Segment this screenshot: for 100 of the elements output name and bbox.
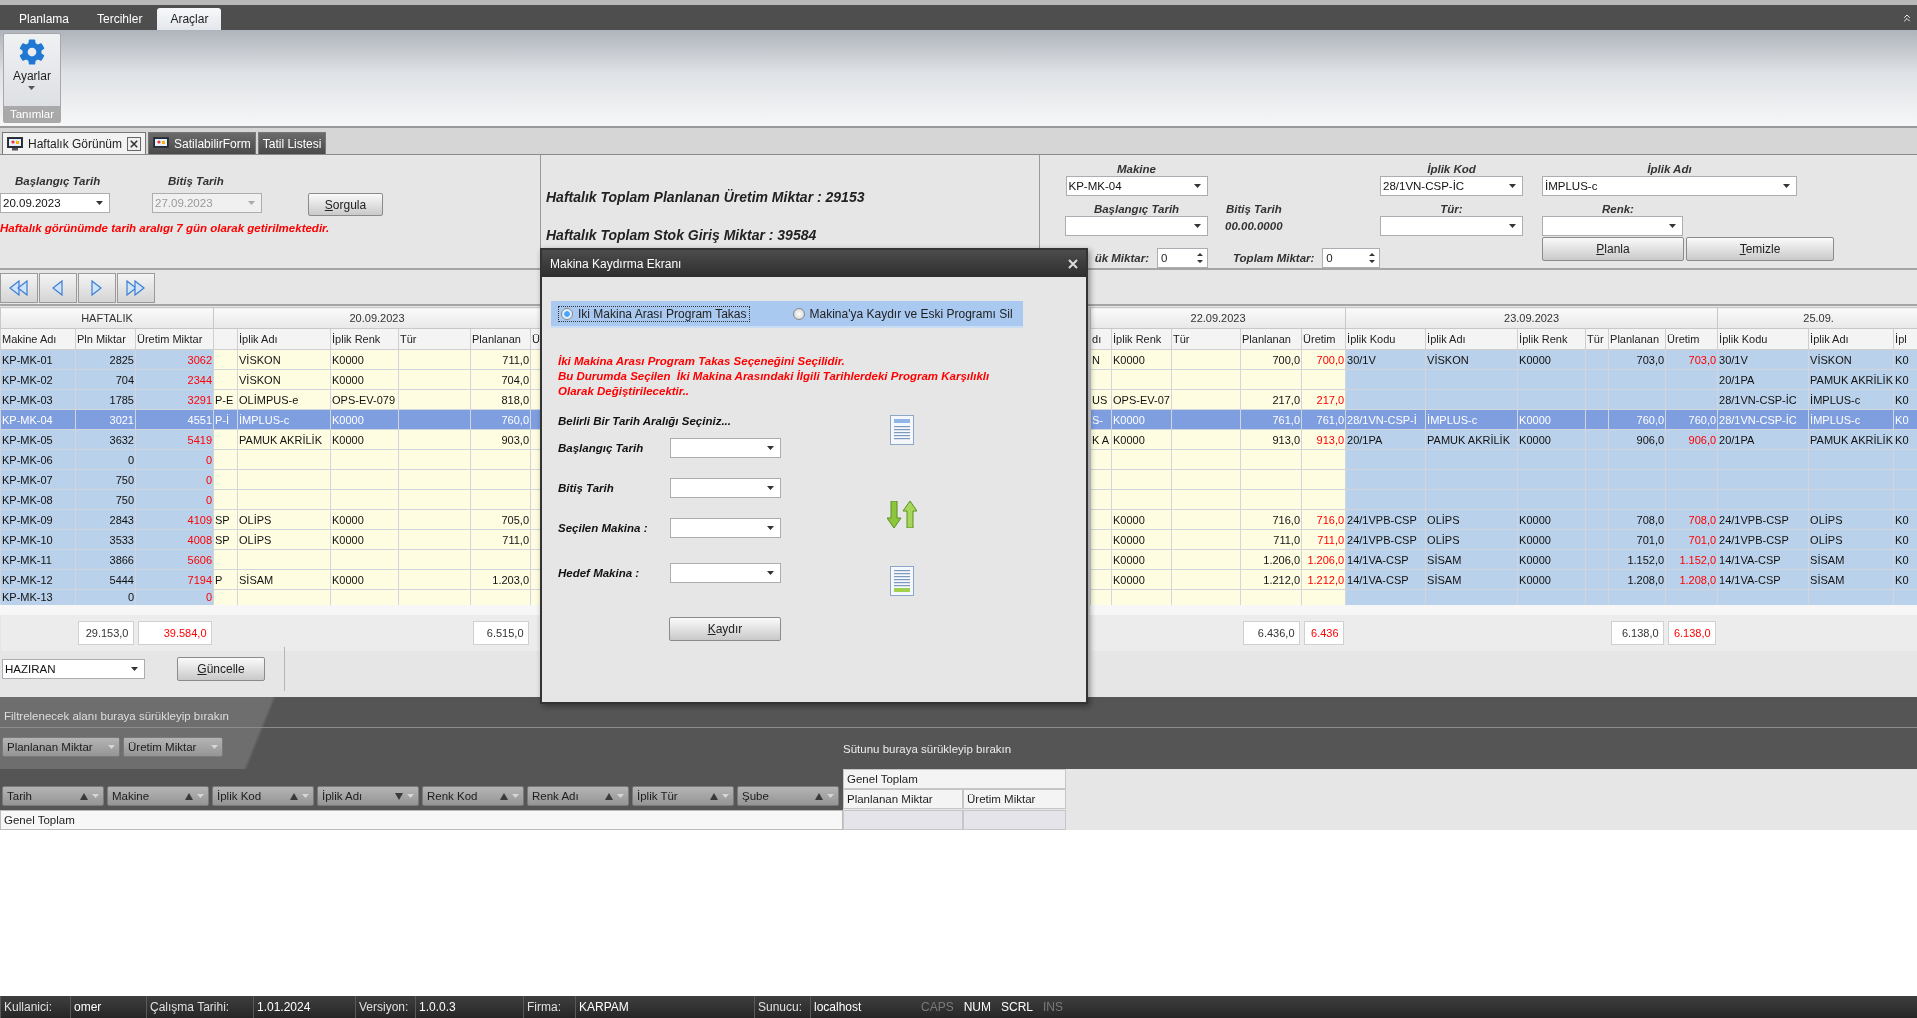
dropdown-caret-icon [302, 794, 309, 798]
group-header: 20.09.2023 [213, 307, 541, 329]
column-header[interactable]: Makine Adı [0, 328, 76, 350]
next-page-button[interactable] [78, 273, 116, 303]
tab-label: Haftalık Görünüm [28, 136, 123, 151]
action-button[interactable]: Temizle [1686, 237, 1834, 261]
dropdown-field[interactable]: 28/1VN-CSP-İC [1380, 176, 1523, 196]
status-label: Versiyon: [355, 996, 415, 1018]
status-value: KARPAM [575, 996, 754, 1018]
grid-row[interactable]: KP-MK-09 2843 4109 SP OLİPS K0000 705,0 [0, 509, 541, 530]
grid-row[interactable] [1090, 469, 1917, 490]
dropdown-field[interactable] [1542, 216, 1683, 236]
dropdown-field[interactable]: HAZIRAN [2, 659, 145, 679]
field-label: Seçilen Makina : [558, 522, 649, 534]
ribbon-tab[interactable]: Planlama [6, 8, 83, 30]
table-cell: KP-MK-11 [0, 549, 76, 570]
data-field-button[interactable]: Üretim Miktar [123, 737, 223, 757]
field-label: Bitiş Tarih [167, 175, 225, 189]
table-cell: KP-MK-04 [0, 409, 76, 430]
total-field: 39.584,0 [137, 620, 212, 645]
field-label: Bitiş Tarih [558, 482, 615, 494]
status-label: Kullanici: [0, 996, 70, 1018]
field-label: Başlangıç Tarih [14, 175, 102, 189]
field-label: Başlangıç Tarih [558, 442, 645, 454]
table-cell: KP-MK-06 [0, 449, 76, 470]
number-field[interactable]: 0 [1322, 248, 1380, 268]
data-field-button[interactable]: Planlanan Miktar [2, 737, 120, 757]
grid-row[interactable]: KP-MK-11 3866 5606 [0, 549, 541, 570]
table-cell: US [1090, 389, 1112, 410]
update-button[interactable]: Güncelle [177, 657, 265, 681]
table-cell: K A [1090, 429, 1112, 450]
radio-option[interactable]: Makina'ya Kaydır ve Eski Programı Sil [789, 305, 1016, 322]
dropdown-field[interactable] [670, 563, 781, 583]
dropdown-caret-icon [407, 794, 414, 798]
grid-row[interactable] [1090, 489, 1917, 510]
row-field-button[interactable]: Şube [737, 786, 839, 806]
group-header: 22.09.2023 [1090, 307, 1346, 329]
row-field-button[interactable]: İplik Tür [632, 786, 734, 806]
document-tab[interactable]: Tatil Listesi [257, 132, 327, 154]
dropdown-caret-icon [1509, 224, 1516, 228]
action-button[interactable]: Planla [1542, 237, 1684, 261]
grid-row[interactable]: KP-MK-08 750 0 [0, 489, 541, 510]
prev-page-button[interactable] [39, 273, 77, 303]
row-field-button[interactable]: Renk Kod [422, 786, 524, 806]
query-button[interactable]: Sorgula [308, 193, 383, 216]
grid-row[interactable]: K0000 711,0 711,0 24/1VPB-CSP OLİPS K0000 701,0 701,0 24/1VPB-CSP OLİPS K0 [1090, 529, 1917, 550]
shift-button[interactable]: Kaydır [669, 617, 781, 641]
radio-option[interactable]: Iki Makina Arası Program Takas [558, 305, 750, 322]
grid-row[interactable]: K A K0000 913,0 913,0 20/1PA PAMUK AKRİLİK K0000 906,0 906,0 20/1PA PAMUK AKRİLİK K0 [1090, 429, 1917, 450]
last-page-button[interactable] [117, 273, 155, 303]
grid-row[interactable]: KP-MK-03 1785 3291 P-E OLİMPUS-e OPS-EV-079 818,0 [0, 389, 541, 410]
document-tab[interactable]: Haftalık Görünüm [2, 132, 147, 154]
grid-row[interactable]: N K0000 700,0 700,0 30/1V VİSKON K0000 703,0 703,0 30/1V VİSKON K0 [1090, 349, 1917, 370]
dropdown-caret-icon [617, 794, 624, 798]
grid-row[interactable]: KP-MK-02 704 2344 VİSKON K0000 704,0 [0, 369, 541, 390]
row-field-button[interactable]: Tarih [2, 786, 104, 806]
ribbon-tab[interactable]: Araçlar [157, 8, 222, 30]
grid-row[interactable]: KP-MK-10 3533 4008 SP OLİPS K0000 711,0 [0, 529, 541, 550]
row-field-button[interactable]: Renk Adı [527, 786, 629, 806]
grid-row[interactable]: 20/1PA PAMUK AKRİLİK K0 [1090, 369, 1917, 390]
dropdown-field[interactable]: İMPLUS-c [1542, 176, 1797, 196]
column-header: Genel Toplam [843, 769, 1066, 789]
total-field: 6.436 [1303, 620, 1344, 645]
grid-row[interactable]: K0000 1.206,0 1.206,0 14/1VA-CSP SİSAM K0000 1.152,0 1.152,0 14/1VA-CSP SİSAM K0 [1090, 549, 1917, 570]
field-label: Başlangıç Tarih [1093, 203, 1180, 215]
grid-row[interactable]: KP-MK-12 5444 7194 P SİSAM K0000 1.203,0 [0, 569, 541, 590]
grid-row[interactable]: KP-MK-07 750 0 [0, 469, 541, 490]
first-page-button[interactable] [0, 273, 38, 303]
grid-row[interactable]: K0000 1.212,0 1.212,0 14/1VA-CSP SİSAM K0000 1.208,0 1.208,0 14/1VA-CSP SİSAM K0 [1090, 569, 1917, 590]
dropdown-caret-icon [827, 794, 834, 798]
field-label: Hedef Makina : [558, 567, 641, 579]
close-button[interactable] [127, 136, 142, 151]
settings-button[interactable]: Ayarlar [13, 34, 51, 106]
tab-label: Tatil Listesi [262, 136, 322, 151]
dropdown-caret-icon [767, 486, 774, 490]
grid-row[interactable] [1090, 449, 1917, 470]
table-cell: KP-MK-10 [0, 529, 76, 550]
grid-row[interactable]: US OPS-EV-07 217,0 217,0 28/1VN-CSP-İC İMPLUS-c K0 [1090, 389, 1917, 410]
dropdown-field[interactable]: 20.09.2023 [0, 193, 110, 213]
row-field-button[interactable]: İplik Adı [317, 786, 419, 806]
group-header: HAFTALIK [0, 307, 214, 329]
dropdown-field[interactable] [1065, 216, 1208, 236]
column-header[interactable]: dı [1090, 328, 1112, 350]
dropdown-field[interactable]: KP-MK-04 [1065, 176, 1208, 196]
grid-row[interactable]: KP-MK-01 2825 3062 VİSKON K0000 711,0 [0, 349, 541, 370]
dropdown-field[interactable] [1380, 216, 1523, 236]
double-left-arrow-icon [8, 279, 30, 297]
dropdown-caret-icon [197, 794, 204, 798]
dropdown-field[interactable] [670, 478, 781, 498]
row-field-button[interactable]: İplik Kod [212, 786, 314, 806]
dropdown-field[interactable] [670, 518, 781, 538]
document-tab[interactable]: SatilabilirForm [148, 132, 256, 154]
total-field: 29.153,0 [77, 620, 134, 645]
grid-row[interactable]: K0000 716,0 716,0 24/1VPB-CSP OLİPS K0000 708,0 708,0 24/1VPB-CSP OLİPS K0 [1090, 509, 1917, 530]
grid-row[interactable]: KP-MK-06 0 0 [0, 449, 541, 470]
grid-row[interactable]: KP-MK-05 3632 5419 PAMUK AKRİLİK K0000 903,0 [0, 429, 541, 450]
dropdown-field[interactable] [670, 438, 781, 458]
row-field-button[interactable]: Makine [107, 786, 209, 806]
number-field[interactable]: 0 [1157, 248, 1208, 268]
ribbon-tab[interactable]: Tercihler [84, 8, 156, 30]
